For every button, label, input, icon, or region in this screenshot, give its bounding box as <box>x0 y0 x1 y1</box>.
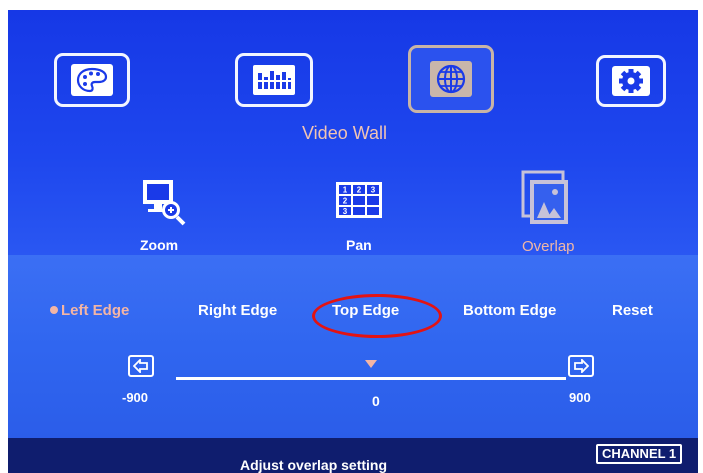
highlight-ring <box>312 294 442 338</box>
svg-text:1: 1 <box>343 186 348 195</box>
left-edge-label: Left Edge <box>61 302 130 319</box>
increase-button[interactable] <box>568 355 594 377</box>
pan-menu-icon-wrap[interactable]: 1 2 3 2 3 <box>334 180 384 225</box>
settings-band <box>8 255 698 438</box>
gear-tile[interactable] <box>596 55 666 107</box>
overlap-menu-icon-wrap[interactable] <box>521 170 571 233</box>
right-edge-option[interactable]: Right Edge <box>198 302 277 319</box>
svg-text:3: 3 <box>343 207 348 216</box>
overlap-picture-icon <box>521 170 568 224</box>
channel-badge: CHANNEL 1 <box>596 444 683 464</box>
arrow-left-icon <box>133 359 148 373</box>
section-title: Video Wall <box>302 123 388 143</box>
slider-position-marker[interactable] <box>365 360 377 368</box>
selected-bullet-icon <box>50 306 58 314</box>
equalizer-tile[interactable] <box>235 53 313 107</box>
screen: Video Wall Zoom 1 2 3 2 3 Pan Overlap Le… <box>0 0 703 473</box>
grid-icon: 1 2 3 2 3 <box>336 182 382 218</box>
reset-option[interactable]: Reset <box>612 302 653 319</box>
svg-text:3: 3 <box>371 186 376 195</box>
svg-text:2: 2 <box>357 186 362 195</box>
palette-icon <box>71 64 113 96</box>
overlap-label[interactable]: Overlap <box>522 238 575 255</box>
arrow-right-icon <box>574 359 589 373</box>
svg-text:2: 2 <box>343 197 348 206</box>
gear-icon <box>612 66 650 96</box>
decrease-button[interactable] <box>128 355 154 377</box>
left-edge-option[interactable]: Left Edge <box>50 302 129 319</box>
status-text: Adjust overlap setting <box>240 457 388 473</box>
slider-min-label: -900 <box>122 390 149 405</box>
zoom-menu-icon-wrap[interactable] <box>139 176 187 231</box>
slider-max-label: 900 <box>569 390 591 405</box>
slider-value-label: 0 <box>372 393 380 409</box>
globe-tile[interactable] <box>408 45 494 113</box>
zoom-label[interactable]: Zoom <box>140 237 178 253</box>
palette-tile[interactable] <box>54 53 130 107</box>
equalizer-icon <box>253 65 295 95</box>
pan-label[interactable]: Pan <box>346 237 372 253</box>
bottom-edge-option[interactable]: Bottom Edge <box>463 302 556 319</box>
zoom-monitor-icon <box>143 180 186 226</box>
globe-icon <box>430 61 472 97</box>
osd-menu: Video Wall Zoom 1 2 3 2 3 Pan Overlap Le… <box>8 10 698 473</box>
slider-track[interactable] <box>176 377 566 380</box>
